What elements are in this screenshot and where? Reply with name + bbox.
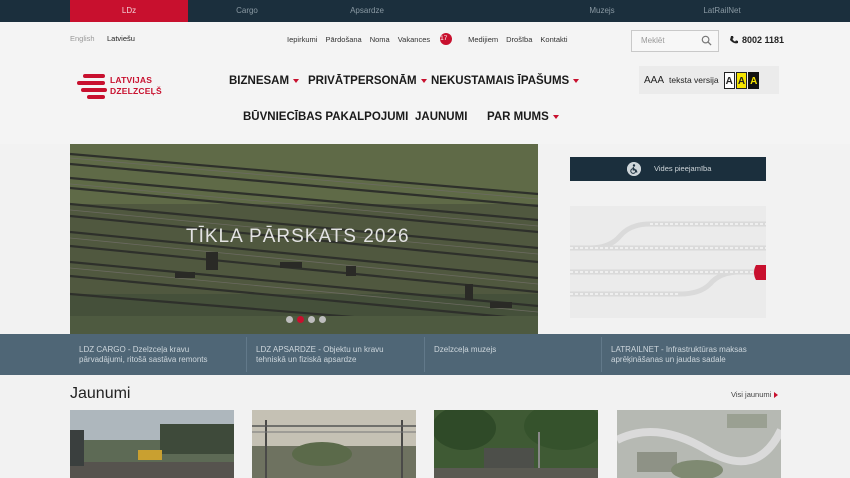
strip-divider [246, 337, 247, 372]
news-image-station [70, 410, 234, 478]
strip-latrailnet-line2: aprēķināšanas un jaudas sadale [611, 354, 726, 364]
nav-privatpersonam-label: PRIVĀTPERSONĀM [308, 75, 417, 87]
news-card-3[interactable] [434, 410, 598, 478]
contrast-dark-button[interactable]: A [748, 71, 760, 89]
nav-buvniecibas[interactable]: BŪVNIECĪBAS PAKALPOJUMI [243, 111, 408, 123]
strip-item-latrailnet[interactable]: LATRAILNET - Infrastruktūras maksas aprēķ… [611, 345, 747, 364]
util-link-pardosana[interactable]: Pārdošana [325, 33, 361, 45]
news-card-4[interactable] [617, 410, 781, 478]
nav-par-mums[interactable]: PAR MUMS [487, 111, 559, 123]
logo-line-2: DZELZCEĻŠ [110, 86, 162, 96]
nav-par-mums-label: PAR MUMS [487, 111, 549, 123]
strip-cargo-line1: LDZ CARGO - Dzelzceļa kravu [79, 345, 190, 354]
search-input[interactable]: Meklēt [631, 30, 719, 52]
accessibility-button-label: Vides pieejamība [654, 164, 712, 173]
news-image-aerial [617, 410, 781, 478]
topbar-tab-latrailnet[interactable]: LatRailNet [682, 0, 762, 22]
phone-icon [730, 36, 738, 44]
nav-biznesam-label: BIZNESAM [229, 75, 290, 87]
contrast-normal-button[interactable]: A [723, 71, 735, 89]
site-header: English Latviešu Iepirkumi Pārdošana Nom… [0, 22, 850, 144]
slider-dot-1[interactable] [286, 316, 293, 323]
hero-slider[interactable]: TĪKLA PĀRSKATS 2026 [70, 144, 538, 334]
text-version-link[interactable]: teksta versija [669, 75, 719, 85]
ldz-logo-mark [77, 74, 107, 99]
strip-muzejs-line1: Dzelzceļa muzejs [434, 345, 497, 354]
chevron-down-icon [420, 79, 427, 83]
accessibility-button[interactable]: Vides pieejamība [570, 157, 766, 181]
news-card-1[interactable] [70, 410, 234, 478]
news-image-forest [434, 410, 598, 478]
slider-dots [286, 316, 326, 323]
ldz-logo[interactable]: LATVIJAS DZELZCEĻŠ [77, 72, 172, 104]
topbar-tab-cargo[interactable]: Cargo [210, 0, 284, 22]
strip-apsardze-line1: LDZ APSARDZE - Objektu un kravu [256, 345, 384, 354]
strip-item-apsardze[interactable]: LDZ APSARDZE - Objektu un kravu tehniskā … [256, 345, 384, 364]
util-link-noma[interactable]: Noma [370, 33, 390, 45]
nav-biznesam[interactable]: BIZNESAM [229, 75, 300, 87]
slider-dot-3[interactable] [308, 316, 315, 323]
search-icon[interactable] [701, 35, 712, 46]
util-link-medijiem[interactable]: Medijiem [468, 33, 498, 45]
util-link-drosiba[interactable]: Drošība [506, 33, 532, 45]
news-heading: Jaunumi [70, 385, 131, 402]
news-card-2[interactable] [252, 410, 416, 478]
strip-item-muzejs[interactable]: Dzelzceļa muzejs [434, 345, 496, 355]
strip-divider [424, 337, 425, 372]
ldz-logo-text: LATVIJAS DZELZCEĻŠ [110, 75, 162, 97]
slider-dot-4[interactable] [319, 316, 326, 323]
slider-dot-2[interactable] [297, 316, 304, 323]
util-link-vakances-label: Vakances [397, 34, 431, 44]
news-image-catenary [252, 410, 416, 478]
strip-apsardze-line2: tehniskā un fiziskā apsardze [256, 354, 357, 364]
rail-lines-illustration [570, 206, 766, 318]
text-version-panel: AAA teksta versija A A A [639, 66, 779, 94]
all-news-link[interactable]: Visi jaunumi [731, 390, 779, 399]
strip-latrailnet-line1: LATRAILNET - Infrastruktūras maksas [611, 345, 747, 354]
util-link-vakances[interactable]: Vakances 17 [398, 33, 460, 45]
topbar-tab-apsardze[interactable]: Apsardze [330, 0, 404, 22]
phone-number: 8002 1181 [742, 35, 785, 45]
util-link-kontakti[interactable]: Kontakti [540, 33, 567, 45]
nav-buvniecibas-label: BŪVNIECĪBAS PAKALPOJUMI [243, 111, 409, 123]
nav-nekustamais-label: NEKUSTAMAIS ĪPAŠUMS [431, 75, 570, 87]
wheelchair-icon [627, 162, 641, 176]
logo-line-1: LATVIJAS [110, 75, 153, 85]
arrow-right-icon [774, 391, 779, 398]
all-news-label: Visi jaunumi [731, 390, 772, 399]
font-size-controls[interactable]: AAA [644, 75, 664, 86]
chevron-down-icon [293, 79, 300, 83]
nav-jaunumi[interactable]: JAUNUMI [415, 111, 467, 123]
chevron-down-icon [573, 79, 580, 83]
strip-divider [601, 337, 602, 372]
strip-item-cargo[interactable]: LDZ CARGO - Dzelzceļa kravu pārvadājumi, … [79, 345, 208, 364]
nav-nekustamais-ipasums[interactable]: NEKUSTAMAIS ĪPAŠUMS [431, 75, 580, 87]
topbar-tab-ldz[interactable]: LDz [70, 0, 188, 22]
contrast-yellow-button[interactable]: A [735, 71, 748, 89]
nav-privatpersonam[interactable]: PRIVĀTPERSONĀM [308, 75, 427, 87]
lang-latvian[interactable]: Latviešu [107, 34, 135, 43]
subsidiaries-strip: LDZ CARGO - Dzelzceļa kravu pārvadājumi, … [0, 334, 850, 375]
nav-jaunumi-label: JAUNUMI [415, 111, 468, 123]
rail-network-graphic[interactable] [570, 206, 766, 318]
hero-title[interactable]: TĪKLA PĀRSKATS 2026 [186, 226, 410, 248]
util-link-iepirkumi[interactable]: Iepirkumi [287, 33, 317, 45]
utility-nav: Iepirkumi Pārdošana Noma Vakances 17 Medi… [287, 33, 576, 45]
topbar-tab-muzejs[interactable]: Muzejs [565, 0, 639, 22]
phone-link[interactable]: 8002 1181 [729, 35, 784, 45]
strip-cargo-line2: pārvadājumi, ritošā sastāva remonts [79, 354, 208, 364]
lang-english[interactable]: English [70, 34, 95, 43]
brand-topbar: LDz Cargo Apsardze Muzejs LatRailNet [0, 0, 850, 22]
chevron-down-icon [552, 115, 559, 119]
vacancies-count-badge: 17 [440, 33, 453, 45]
search-placeholder: Meklēt [641, 36, 665, 45]
